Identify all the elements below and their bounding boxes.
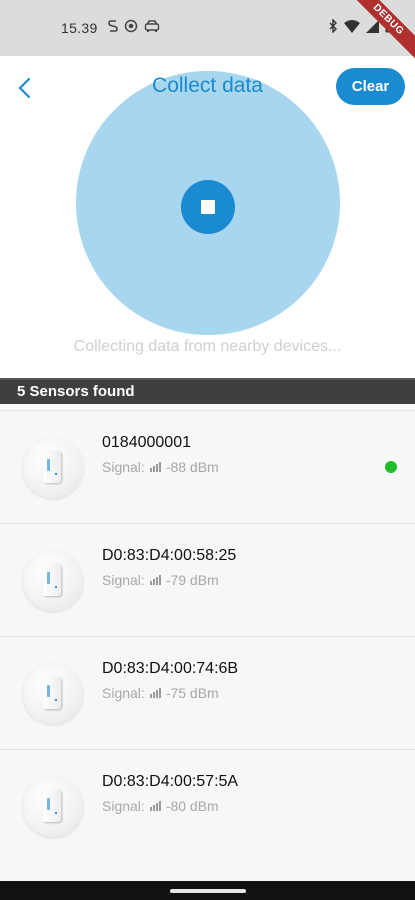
sensor-signal: Signal: -79 dBm (102, 572, 219, 588)
sensor-signal: Signal: -80 dBm (102, 798, 219, 814)
clear-button[interactable]: Clear (336, 68, 405, 105)
signal-value: -75 dBm (165, 685, 219, 701)
wifi-icon (344, 19, 360, 33)
sensor-name: D0:83:D4:00:57:5A (102, 773, 239, 790)
signal-strength-icon (149, 462, 161, 472)
signal-value: -79 dBm (165, 572, 219, 588)
status-left-icons (108, 19, 160, 33)
car-icon (144, 20, 160, 32)
bluetooth-icon (329, 19, 337, 33)
sensor-list-item[interactable]: D0:83:D4:00:74:6B Signal: -75 dBm (0, 636, 415, 749)
sensor-device-image (23, 664, 83, 724)
signal-strength-icon (149, 688, 161, 698)
system-navigation-bar (0, 881, 415, 900)
signal-value: -88 dBm (165, 459, 219, 475)
sensor-device-image (23, 777, 83, 837)
sensor-list-item[interactable]: 0184000001 Signal: -88 dBm (0, 410, 415, 523)
signal-label: Signal: (102, 572, 145, 588)
stop-icon (201, 200, 215, 214)
connected-status-dot (385, 461, 397, 473)
sensor-name: 0184000001 (102, 434, 191, 451)
status-bar: 15.39 DEBUG (0, 0, 415, 65)
signal-label: Signal: (102, 685, 145, 701)
signal-label: Signal: (102, 459, 145, 475)
signal-strength-icon (149, 801, 161, 811)
signal-label: Signal: (102, 798, 145, 814)
signal-icon (366, 19, 379, 33)
sensor-signal: Signal: -75 dBm (102, 685, 219, 701)
sensor-list-item[interactable]: D0:83:D4:00:58:25 Signal: -79 dBm (0, 523, 415, 636)
s-notification-icon (108, 20, 118, 32)
status-time: 15.39 (61, 20, 98, 36)
scan-header: Collect data Clear Collecting data from … (0, 56, 415, 378)
home-gesture-handle[interactable] (170, 889, 246, 893)
sensor-list-item[interactable]: D0:83:D4:00:57:5A Signal: -80 dBm (0, 749, 415, 862)
signal-strength-icon (149, 575, 161, 585)
sensor-name: D0:83:D4:00:74:6B (102, 660, 239, 677)
sensor-signal: Signal: -88 dBm (102, 459, 219, 475)
sensor-device-image (23, 438, 83, 498)
sensor-device-image (23, 551, 83, 611)
signal-value: -80 dBm (165, 798, 219, 814)
scan-status-text: Collecting data from nearby devices... (73, 338, 342, 355)
sensors-count-header: 5 Sensors found (0, 380, 415, 404)
sensor-list: 0184000001 Signal: -88 dBm D0:83:D4:00:5… (0, 410, 415, 862)
record-icon (124, 19, 138, 33)
stop-scan-button[interactable] (181, 180, 235, 234)
sensor-name: D0:83:D4:00:58:25 (102, 547, 237, 564)
